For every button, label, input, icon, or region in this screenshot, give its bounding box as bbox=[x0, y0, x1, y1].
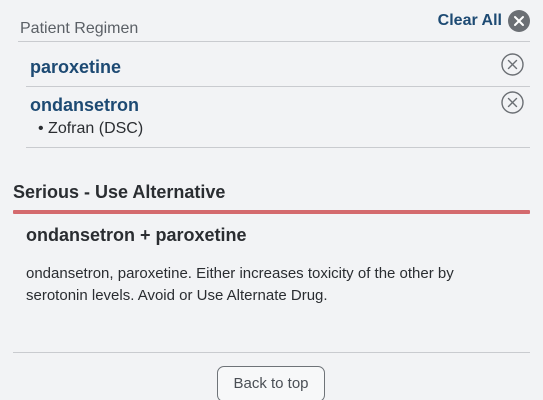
interaction-description: ondansetron, paroxetine. Either increase… bbox=[26, 265, 454, 304]
interaction-title: ondansetron + paroxetine bbox=[26, 225, 247, 245]
drug-brand-name: • Zofran (DSC) bbox=[38, 120, 144, 137]
remove-drug-button[interactable] bbox=[501, 91, 524, 114]
clear-all-label: Clear All bbox=[437, 12, 502, 29]
interaction-checker-page: Patient Regimen Clear All paroxetine ond… bbox=[0, 0, 543, 400]
severity-bar bbox=[13, 210, 530, 214]
drug-name[interactable]: paroxetine bbox=[30, 57, 121, 78]
regimen-header: Patient Regimen Clear All bbox=[18, 8, 530, 42]
clear-all-button[interactable]: Clear All bbox=[438, 10, 530, 32]
regimen-drug-row: ondansetron • Zofran (DSC) bbox=[26, 87, 530, 148]
divider bbox=[13, 352, 530, 353]
close-circle-outline-icon bbox=[501, 53, 524, 76]
regimen-title: Patient Regimen bbox=[20, 20, 139, 37]
close-circle-outline-icon bbox=[501, 91, 524, 114]
back-to-top-button[interactable]: Back to top bbox=[217, 366, 325, 400]
remove-drug-button[interactable] bbox=[501, 53, 524, 76]
regimen-drug-row: paroxetine bbox=[26, 42, 530, 87]
drug-name[interactable]: ondansetron bbox=[30, 95, 139, 116]
close-circle-filled-icon bbox=[508, 10, 530, 32]
severity-heading: Serious - Use Alternative bbox=[13, 182, 226, 202]
